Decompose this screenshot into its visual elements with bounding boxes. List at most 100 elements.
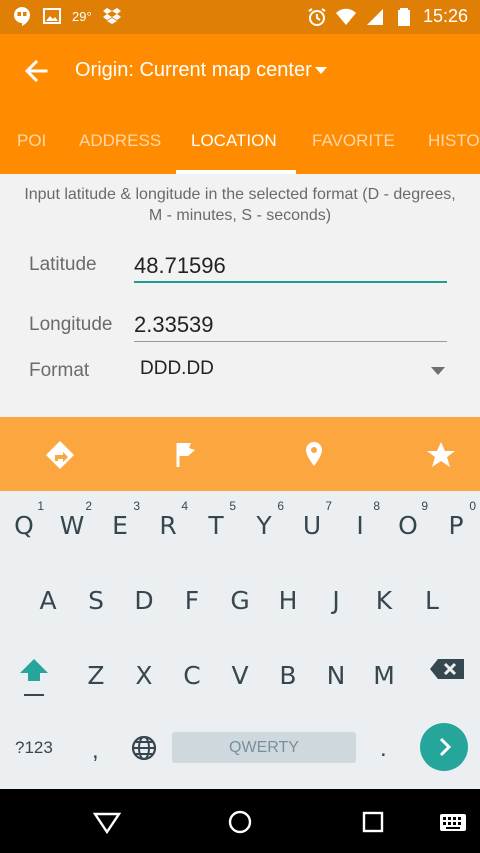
tab-location[interactable]: LOCATION xyxy=(191,108,277,174)
dropdown-arrow-icon xyxy=(431,367,445,375)
comma-key[interactable]: , xyxy=(92,737,99,765)
dropbox-icon xyxy=(102,8,121,24)
key-label: K xyxy=(375,586,393,615)
action-bar xyxy=(0,417,480,491)
nav-home-button[interactable] xyxy=(225,807,255,837)
key-label: O xyxy=(398,511,418,540)
key-label: C xyxy=(183,661,201,690)
key-label: V xyxy=(231,661,249,690)
key-m[interactable]: M xyxy=(364,641,404,691)
key-q[interactable]: 1Q xyxy=(4,491,44,541)
origin-selector[interactable]: Origin: Current map center xyxy=(75,59,327,82)
key-label: A xyxy=(39,586,57,615)
longitude-input[interactable] xyxy=(134,309,444,341)
key-l[interactable]: L xyxy=(412,566,452,616)
key-label: U xyxy=(302,511,322,540)
key-label: Q xyxy=(14,511,34,540)
tab-favorite[interactable]: FAVORITE xyxy=(312,108,395,174)
format-label: Format xyxy=(29,360,90,381)
period-key[interactable]: . xyxy=(380,735,387,763)
format-hint: Input latitude & longitude in the select… xyxy=(24,186,456,224)
key-label: M xyxy=(373,661,395,690)
format-value: DDD.DD xyxy=(140,358,214,379)
key-label: F xyxy=(184,586,200,615)
key-label: D xyxy=(134,586,154,615)
nav-keyboard-button[interactable] xyxy=(438,807,468,837)
hangouts-icon xyxy=(14,7,30,26)
key-h[interactable]: H xyxy=(268,566,308,616)
key-label: H xyxy=(278,586,298,615)
destination-flag-button[interactable] xyxy=(168,439,204,471)
key-y[interactable]: 6Y xyxy=(244,491,284,541)
key-z[interactable]: Z xyxy=(76,641,116,691)
tab-history[interactable]: HISTO xyxy=(428,108,480,174)
dropdown-caret-icon xyxy=(314,67,327,74)
format-select[interactable]: DDD.DD xyxy=(134,352,447,388)
chevron-right-icon xyxy=(439,737,452,757)
keyboard-icon xyxy=(440,814,466,831)
key-label: Y xyxy=(256,511,272,540)
key-t[interactable]: 5T xyxy=(196,491,236,541)
backspace-key[interactable] xyxy=(428,657,466,691)
key-label: P xyxy=(448,511,464,540)
key-label: I xyxy=(356,511,364,540)
language-key[interactable] xyxy=(130,734,158,762)
pin-location-button[interactable] xyxy=(296,439,332,471)
location-form: Input latitude & longitude in the select… xyxy=(0,174,480,417)
back-button[interactable] xyxy=(20,56,56,86)
alarm-icon xyxy=(308,7,326,26)
key-p[interactable]: 0P xyxy=(436,491,476,541)
toolbar-title: Origin: Current map center xyxy=(75,59,312,81)
star-icon xyxy=(427,442,455,467)
key-b[interactable]: B xyxy=(268,641,308,691)
arrow-back-icon xyxy=(24,59,48,83)
symbols-key[interactable]: ?123 xyxy=(15,738,53,758)
key-w[interactable]: 2W xyxy=(52,491,92,541)
nav-recents-button[interactable] xyxy=(358,807,388,837)
enter-key[interactable] xyxy=(420,723,468,771)
key-label: R xyxy=(159,511,177,540)
key-label: B xyxy=(279,661,297,690)
key-u[interactable]: 7U xyxy=(292,491,332,541)
soft-keyboard: 1Q 2W 3E 4R 5T 6Y 7U 8I 9O 0P A S D F G … xyxy=(0,491,480,789)
location-pin-icon xyxy=(306,442,322,466)
key-j[interactable]: J xyxy=(316,566,356,616)
directions-button[interactable] xyxy=(42,439,78,471)
status-bar: 29° 15:26 xyxy=(0,0,480,34)
key-o[interactable]: 9O xyxy=(388,491,428,541)
image-icon xyxy=(43,8,61,24)
tab-address[interactable]: ADDRESS xyxy=(79,108,161,174)
key-g[interactable]: G xyxy=(220,566,260,616)
key-s[interactable]: S xyxy=(76,566,116,616)
key-label: N xyxy=(326,661,346,690)
key-label: X xyxy=(135,661,153,690)
key-label: G xyxy=(230,586,250,615)
key-a[interactable]: A xyxy=(28,566,68,616)
shift-key[interactable] xyxy=(12,647,56,697)
latitude-label: Latitude xyxy=(29,254,97,275)
key-f[interactable]: F xyxy=(172,566,212,616)
system-nav-bar xyxy=(0,789,480,853)
key-k[interactable]: K xyxy=(364,566,404,616)
longitude-label: Longitude xyxy=(29,314,113,335)
space-key[interactable]: QWERTY xyxy=(172,732,356,763)
key-label: J xyxy=(332,586,340,615)
favorite-star-button[interactable] xyxy=(423,439,459,471)
nav-back-button[interactable] xyxy=(92,807,122,837)
temperature-text: 29° xyxy=(72,8,92,24)
key-x[interactable]: X xyxy=(124,641,164,691)
wifi-icon xyxy=(335,8,356,25)
key-d[interactable]: D xyxy=(124,566,164,616)
shift-arrow-icon xyxy=(20,659,48,696)
latitude-underline xyxy=(134,281,447,283)
latitude-input[interactable] xyxy=(134,250,444,282)
key-n[interactable]: N xyxy=(316,641,356,691)
key-i[interactable]: 8I xyxy=(340,491,380,541)
key-c[interactable]: C xyxy=(172,641,212,691)
key-r[interactable]: 4R xyxy=(148,491,188,541)
directions-icon xyxy=(46,441,74,469)
key-e[interactable]: 3E xyxy=(100,491,140,541)
globe-icon xyxy=(131,735,157,761)
key-v[interactable]: V xyxy=(220,641,260,691)
tab-poi[interactable]: POI xyxy=(17,108,46,174)
